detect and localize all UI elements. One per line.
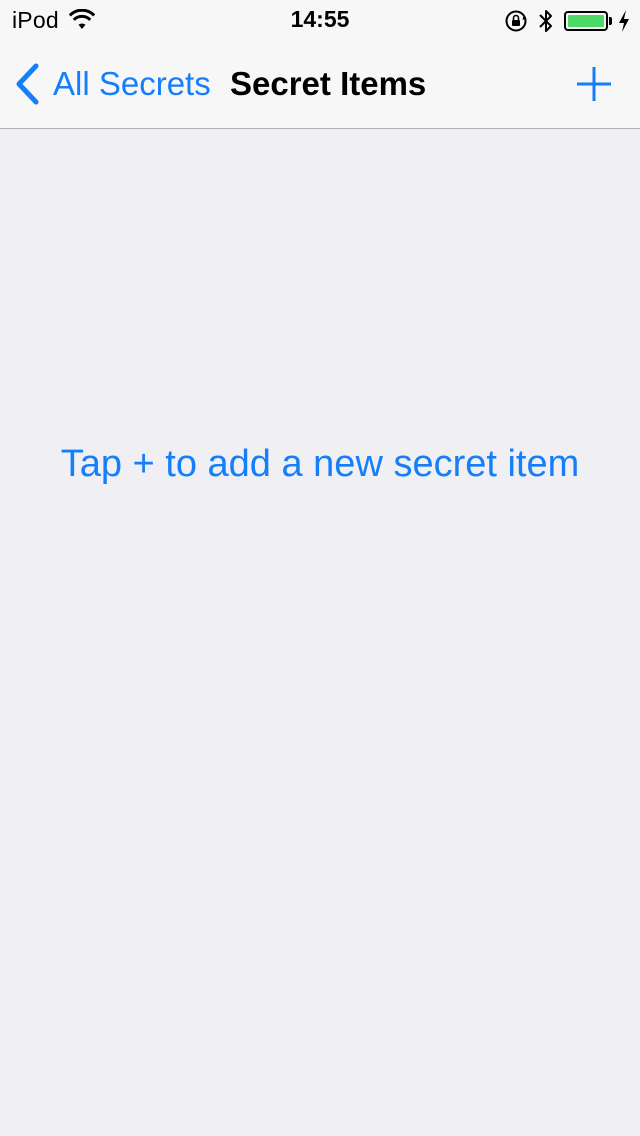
plus-icon (577, 67, 611, 101)
charging-bolt-icon (619, 10, 629, 32)
bluetooth-icon (539, 10, 552, 32)
back-button-label: All Secrets (53, 65, 211, 102)
battery-icon (564, 11, 608, 31)
screen: iPod 14:55 All Secrets Secret Items Tap … (0, 0, 640, 1136)
battery-cap (609, 17, 612, 25)
rotation-lock-icon (505, 10, 527, 32)
battery-level (568, 15, 604, 27)
add-item-button[interactable] (576, 66, 612, 102)
page-title: Secret Items (230, 65, 427, 102)
status-bar: iPod 14:55 (0, 0, 640, 40)
chevron-left-icon (16, 63, 39, 105)
back-button[interactable]: All Secrets (14, 62, 211, 106)
status-right (504, 7, 630, 35)
navigation-bar: All Secrets Secret Items (0, 40, 640, 129)
empty-state-message: Tap + to add a new secret item (60, 443, 580, 485)
